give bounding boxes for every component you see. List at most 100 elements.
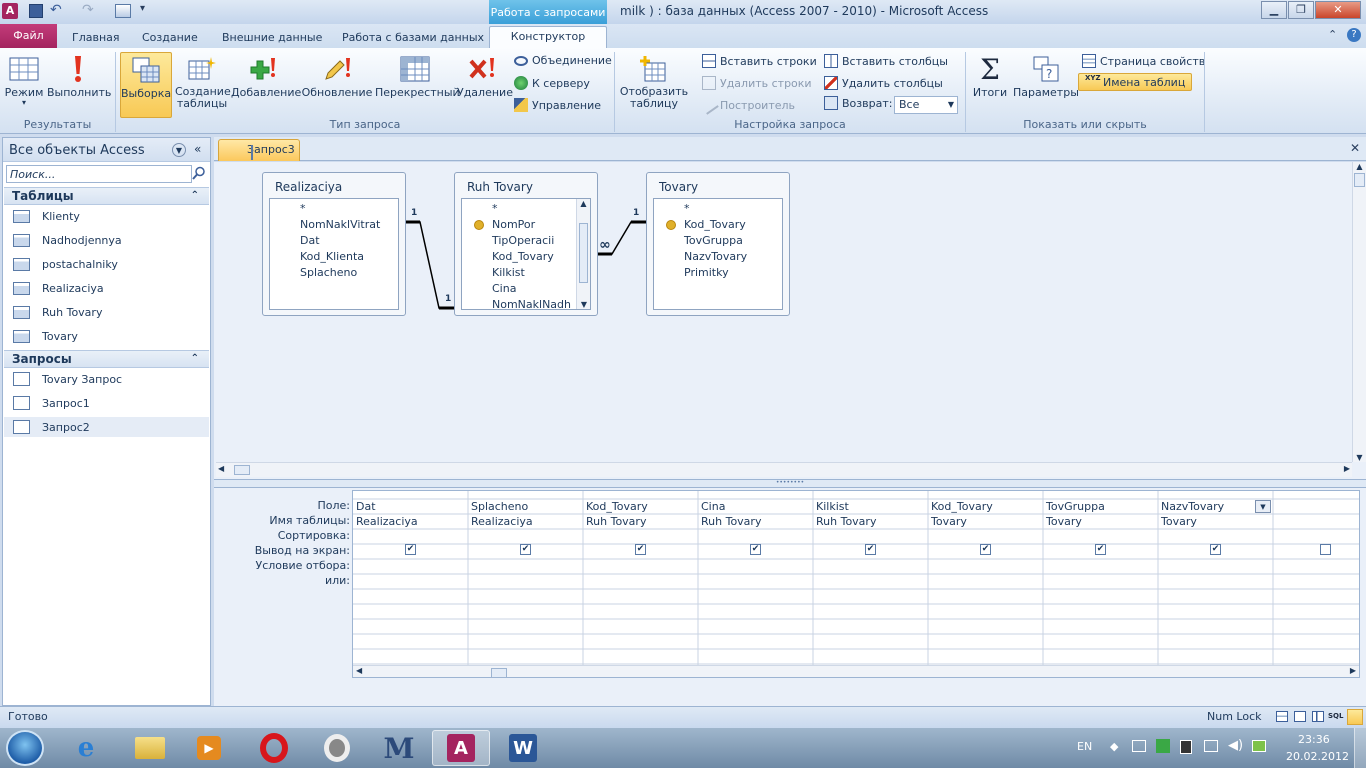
grid-field-cell[interactable]: Kod_Tovary [583, 499, 698, 514]
show-checkbox[interactable]: ✔ [1095, 544, 1106, 555]
grid-column-5[interactable]: Kilkist Ruh Tovary ✔ [813, 499, 928, 559]
append-query-button[interactable]: Добавление [231, 52, 301, 99]
query-diagram-pane[interactable]: 1 1 ∞ 1 Realizaciya * NomNaklVitrat Dat … [214, 162, 1366, 479]
show-checkbox[interactable]: ✔ [520, 544, 531, 555]
grid-sort-cell[interactable] [1043, 529, 1158, 544]
scroll-thumb[interactable] [579, 223, 588, 283]
pivot-chart-view-icon[interactable] [1312, 711, 1324, 722]
pane-splitter[interactable]: •••••••• [214, 479, 1366, 487]
parameters-button[interactable]: ? Параметры [1013, 52, 1079, 99]
customize-qat-icon[interactable]: ▾ [140, 3, 145, 14]
minimize-button[interactable]: ▁ [1261, 1, 1287, 19]
field-row[interactable]: NomNaklVitrat [270, 217, 398, 233]
pivot-table-view-icon[interactable] [1294, 711, 1306, 722]
field-row[interactable]: Kilkist [462, 265, 590, 281]
pass-through-button[interactable]: К серверу [514, 76, 590, 90]
totals-button[interactable]: Σ Итоги [970, 52, 1010, 100]
scroll-down-icon[interactable]: ▼ [577, 300, 590, 309]
table-box-realizaciya[interactable]: Realizaciya * NomNaklVitrat Dat Kod_Klie… [262, 172, 406, 316]
grid-field-cell[interactable]: NazvTovary ▼ [1158, 499, 1273, 514]
show-checkbox-unchecked[interactable] [1319, 544, 1331, 555]
tab-file[interactable]: Файл [0, 24, 57, 48]
grid-sort-cell[interactable] [583, 529, 698, 544]
scroll-right-icon[interactable]: ▶ [1344, 464, 1350, 473]
scroll-up-icon[interactable]: ▲ [577, 199, 590, 213]
grid-field-cell[interactable]: Kilkist [813, 499, 928, 514]
delete-query-button[interactable]: Удаление [457, 52, 513, 99]
tray-monitor-icon[interactable] [1132, 740, 1146, 752]
grid-table-cell[interactable]: Tovary [1043, 514, 1158, 529]
nav-header[interactable]: Все объекты Access ▼ « [3, 138, 210, 162]
property-sheet-button[interactable]: Страница свойств [1082, 54, 1205, 68]
field-row[interactable]: Cina [462, 281, 590, 297]
union-button[interactable]: Объединение [514, 54, 612, 67]
field-row[interactable]: Kod_Tovary [462, 249, 590, 265]
nav-table-tovary[interactable]: Tovary [13, 326, 209, 346]
document-tab-query3[interactable]: Запрос3 [218, 139, 300, 161]
show-checkbox[interactable]: ✔ [980, 544, 991, 555]
scroll-thumb[interactable] [234, 465, 250, 475]
undo-icon[interactable]: ↶ [50, 2, 62, 18]
nav-query-tovary[interactable]: Tovary Запрос [13, 369, 209, 389]
grid-field-cell[interactable] [1273, 499, 1359, 514]
tray-flag-icon[interactable] [1156, 739, 1170, 753]
select-query-button[interactable]: Выборка [120, 52, 172, 118]
nav-section-queries[interactable]: Запросы ⌃ [4, 350, 209, 368]
nav-table-realizaciya[interactable]: Realizaciya [13, 278, 209, 298]
scroll-down-icon[interactable]: ▼ [1353, 453, 1366, 462]
show-checkbox[interactable]: ✔ [865, 544, 876, 555]
sql-view-icon[interactable]: SQL [1328, 712, 1343, 720]
show-checkbox[interactable]: ✔ [1210, 544, 1221, 555]
taskbar-m-app-icon[interactable]: M [370, 730, 428, 766]
grid-table-cell[interactable]: Tovary [928, 514, 1043, 529]
grid-sort-cell[interactable] [1158, 529, 1273, 544]
grid-column-9[interactable] [1273, 499, 1359, 559]
run-button[interactable]: Выполнить [47, 52, 111, 99]
taskbar-word-icon[interactable]: W [494, 730, 552, 766]
show-checkbox[interactable]: ✔ [635, 544, 646, 555]
tab-database-tools[interactable]: Работа с базами данных [332, 28, 494, 48]
save-icon[interactable] [29, 4, 43, 18]
field-row[interactable]: Splacheno [270, 265, 398, 281]
show-checkbox[interactable]: ✔ [750, 544, 761, 555]
taskbar-media-player-icon[interactable]: ▶ [180, 730, 238, 766]
table-box-ruh-tovary[interactable]: Ruh Tovary * NomPor TipOperacii Kod_Tova… [454, 172, 598, 316]
show-checkbox[interactable]: ✔ [405, 544, 416, 555]
diagram-horizontal-scrollbar[interactable]: ◀ ▶ [216, 462, 1352, 477]
nav-table-klienty[interactable]: Klienty [13, 206, 209, 226]
tab-home[interactable]: Главная [62, 28, 130, 48]
grid-sort-cell[interactable] [468, 529, 583, 544]
insert-columns-button[interactable]: Вставить столбцы [824, 54, 948, 68]
view-icon[interactable] [115, 4, 131, 18]
crosstab-query-button[interactable]: Перекрестный [375, 52, 460, 99]
grid-sort-cell[interactable] [813, 529, 928, 544]
close-document-icon[interactable]: ✕ [1350, 141, 1360, 155]
grid-field-cell[interactable]: Splacheno [468, 499, 583, 514]
close-button[interactable]: ✕ [1315, 1, 1361, 19]
grid-table-cell[interactable]: Realizaciya [353, 514, 468, 529]
nav-table-nadhodjennya[interactable]: Nadhodjennya [13, 230, 209, 250]
tab-external-data[interactable]: Внешние данные [212, 28, 332, 48]
builder-button[interactable]: Построитель [699, 95, 795, 115]
grid-field-cell[interactable]: Dat [353, 499, 468, 514]
clock-time[interactable]: 23:36 [1298, 733, 1330, 746]
insert-rows-button[interactable]: Вставить строки [702, 54, 817, 68]
grid-table-cell[interactable]: Ruh Tovary [583, 514, 698, 529]
grid-table-cell[interactable] [1273, 514, 1359, 529]
delete-columns-button[interactable]: Удалить столбцы [824, 76, 943, 90]
tab-design[interactable]: Конструктор [489, 26, 607, 49]
field-row[interactable]: * [654, 201, 782, 217]
grid-sort-cell[interactable] [1273, 529, 1359, 544]
access-app-icon[interactable]: A [2, 3, 18, 19]
table-names-button[interactable]: XYZ Имена таблиц [1078, 73, 1193, 91]
show-table-button[interactable]: Отобразить таблицу [619, 52, 689, 110]
tray-device-icon[interactable] [1180, 740, 1192, 754]
field-row[interactable]: Kod_Klienta [270, 249, 398, 265]
shutter-bar-close-icon[interactable]: « [194, 142, 201, 156]
field-row-key[interactable]: NomPor [462, 217, 590, 233]
field-list-scrollbar[interactable]: ▲ ▼ [576, 199, 590, 309]
clock-date[interactable]: 20.02.2012 [1286, 750, 1349, 763]
tab-create[interactable]: Создание [132, 28, 208, 48]
scroll-up-icon[interactable]: ▲ [1353, 162, 1366, 171]
language-indicator[interactable]: EN [1077, 740, 1092, 753]
